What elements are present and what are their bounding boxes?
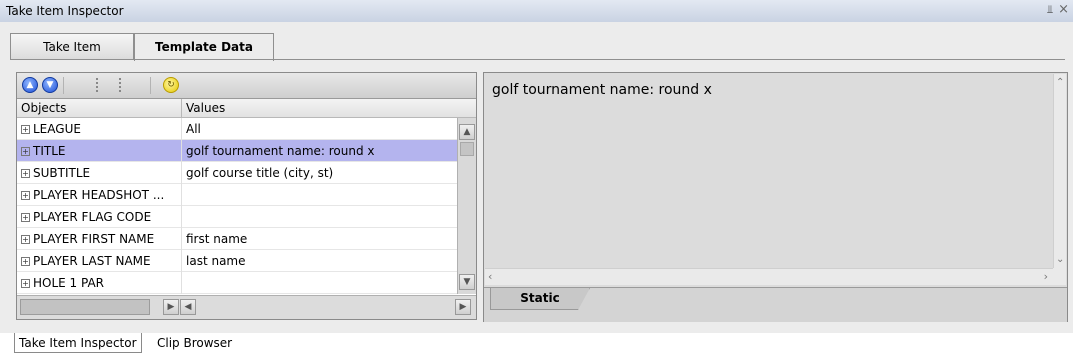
row-object: PLAYER LAST NAME xyxy=(33,254,151,268)
scroll-right-icon[interactable]: › xyxy=(1044,270,1048,283)
row-object: LEAGUE xyxy=(33,122,81,136)
table-row[interactable]: + SUBTITLE golf course title (city, st) xyxy=(17,162,457,184)
move-down-icon[interactable]: ▼ xyxy=(42,77,58,93)
value-editor[interactable]: golf tournament name: round x xyxy=(485,74,1053,268)
editor-text[interactable]: golf tournament name: round x xyxy=(492,82,712,98)
tab-divider xyxy=(10,59,1065,60)
row-object: TITLE xyxy=(33,144,66,158)
expand-icon[interactable]: + xyxy=(21,169,30,178)
pin-icon[interactable]: ⫫ xyxy=(1047,3,1053,17)
toolbar-separator xyxy=(150,77,151,94)
row-object: SUBTITLE xyxy=(33,166,91,180)
objects-scroll-thumb[interactable] xyxy=(20,299,150,315)
column-divider xyxy=(181,99,182,117)
row-object: PLAYER FLAG CODE xyxy=(33,210,152,224)
row-value[interactable]: golf tournament name: round x xyxy=(186,144,454,158)
column-header-objects[interactable]: Objects xyxy=(21,101,66,115)
tree-collapse-icon[interactable] xyxy=(117,77,133,93)
expand-icon[interactable]: + xyxy=(21,147,30,156)
tab-take-item[interactable]: Take Item xyxy=(10,33,134,59)
scroll-left-icon[interactable]: ◀ xyxy=(180,299,196,315)
grid-horizontal-scrollbars: ▶ ◀ ▶ xyxy=(17,295,476,319)
toolbar-separator xyxy=(63,77,64,94)
scroll-thumb[interactable] xyxy=(460,142,474,156)
template-data-grid-panel: ▲ ▼ ↻ Objects Values + LEAGUE All + TITLE … xyxy=(16,72,477,320)
editor-tab-strip: Static xyxy=(484,287,1067,322)
table-row-selected[interactable]: + TITLE golf tournament name: round x xyxy=(17,140,457,162)
editor-vertical-scrollbar[interactable]: ⌃ ⌄ xyxy=(1053,74,1066,268)
row-value[interactable]: last name xyxy=(186,254,454,268)
refresh-icon[interactable]: ↻ xyxy=(163,77,179,93)
row-value[interactable]: golf course title (city, st) xyxy=(186,166,454,180)
move-up-icon[interactable]: ▲ xyxy=(22,77,38,93)
row-value[interactable]: All xyxy=(186,122,454,136)
expand-icon[interactable]: + xyxy=(21,235,30,244)
expand-icon[interactable]: + xyxy=(21,279,30,288)
table-row[interactable]: + LEAGUE All xyxy=(17,118,457,140)
table-row[interactable]: + PLAYER FLAG CODE xyxy=(17,206,457,228)
inspector-body: Take Item Template Data ▲ ▼ ↻ Objects Va… xyxy=(0,22,1073,333)
bottom-tab-strip: Take Item Inspector Clip Browser xyxy=(0,333,1073,358)
scroll-up-icon[interactable]: ▲ xyxy=(459,124,475,140)
expand-icon[interactable]: + xyxy=(21,191,30,200)
table-row[interactable]: + PLAYER FIRST NAME first name xyxy=(17,228,457,250)
expand-icon[interactable]: + xyxy=(21,213,30,222)
scroll-up-icon[interactable]: ⌃ xyxy=(1056,77,1064,88)
tab-static[interactable]: Static xyxy=(490,288,590,310)
scroll-right-icon[interactable]: ▶ xyxy=(163,299,179,315)
scroll-down-icon[interactable]: ⌄ xyxy=(1056,254,1064,265)
grid-toolbar: ▲ ▼ ↻ xyxy=(17,73,476,99)
row-object: PLAYER FIRST NAME xyxy=(33,232,155,246)
grid-rows: + LEAGUE All + TITLE golf tournament name:… xyxy=(17,118,457,294)
tab-take-item-inspector[interactable]: Take Item Inspector xyxy=(14,333,142,353)
expand-icon[interactable]: + xyxy=(21,125,30,134)
window-title: Take Item Inspector xyxy=(6,4,124,18)
row-value[interactable]: first name xyxy=(186,232,454,246)
column-header-values[interactable]: Values xyxy=(186,101,225,115)
table-row[interactable]: + PLAYER HEADSHOT ... xyxy=(17,184,457,206)
expand-icon[interactable]: + xyxy=(21,257,30,266)
close-icon[interactable]: × xyxy=(1058,2,1069,17)
tree-expand-icon[interactable] xyxy=(94,77,110,93)
grid-header: Objects Values xyxy=(17,99,476,118)
scroll-corner xyxy=(1053,268,1066,285)
tab-clip-browser[interactable]: Clip Browser xyxy=(153,333,236,353)
scroll-down-icon[interactable]: ▼ xyxy=(459,274,475,290)
grid-vertical-scrollbar[interactable]: ▲ ▼ xyxy=(457,118,476,294)
value-editor-panel: golf tournament name: round x ⌃ ⌄ ‹ › St… xyxy=(483,72,1068,322)
table-row[interactable]: + PLAYER LAST NAME last name xyxy=(17,250,457,272)
scroll-left-icon[interactable]: ‹ xyxy=(488,270,492,283)
window-title-bar: Take Item Inspector ⫫ × xyxy=(0,0,1073,23)
row-object: PLAYER HEADSHOT ... xyxy=(33,188,165,202)
scroll-right-icon[interactable]: ▶ xyxy=(455,299,471,315)
editor-horizontal-scrollbar[interactable]: ‹ › xyxy=(485,268,1053,285)
row-object: HOLE 1 PAR xyxy=(33,276,105,290)
tab-template-data[interactable]: Template Data xyxy=(134,33,274,61)
table-row[interactable]: + HOLE 1 PAR xyxy=(17,272,457,294)
